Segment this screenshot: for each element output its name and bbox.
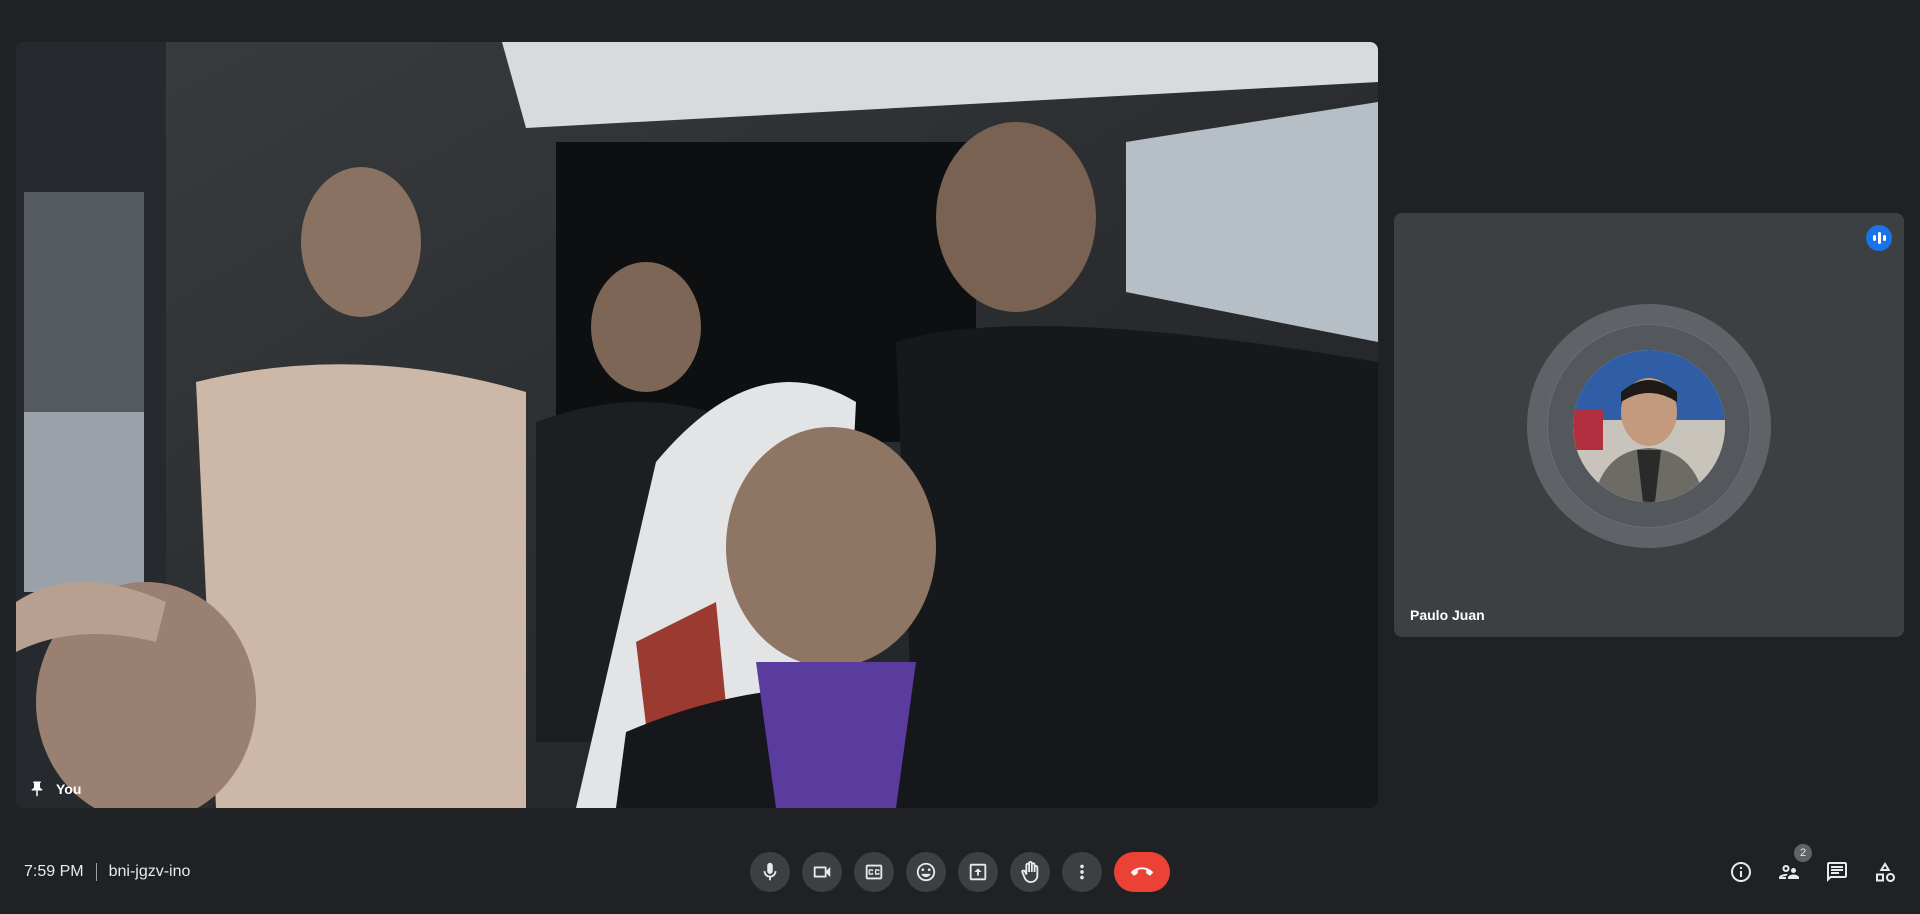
participant-name: Paulo Juan (1410, 607, 1485, 623)
group-video-feed (16, 42, 1378, 808)
self-name-label: You (56, 781, 82, 797)
chat-icon (1827, 862, 1847, 882)
people-icon (1779, 865, 1799, 879)
participant-tile[interactable]: Paulo Juan (1394, 213, 1904, 637)
camera-button[interactable] (802, 852, 842, 892)
microphone-button[interactable] (750, 852, 790, 892)
leave-call-button[interactable] (1114, 852, 1170, 892)
speaking-indicator-icon (1866, 225, 1892, 251)
more-options-button[interactable] (1062, 852, 1102, 892)
divider (95, 863, 97, 881)
call-end-icon (1131, 867, 1153, 876)
people-count-badge: 2 (1794, 844, 1812, 862)
captions-icon (865, 864, 883, 880)
emoji-icon (916, 862, 936, 882)
info-icon (1731, 862, 1751, 882)
call-controls (750, 852, 1170, 892)
people-button[interactable]: 2 (1772, 844, 1812, 892)
meeting-details-button[interactable] (1724, 852, 1758, 892)
self-video-tile[interactable]: You (16, 42, 1378, 808)
avatar-ring-inner (1547, 324, 1751, 528)
pin-icon[interactable] (28, 780, 46, 798)
more-vert-icon (1080, 864, 1084, 880)
activities-icon (1876, 862, 1895, 882)
meeting-code[interactable]: bni-jgzv-ino (109, 863, 191, 881)
present-screen-icon (969, 863, 987, 881)
reactions-button[interactable] (906, 852, 946, 892)
chat-button[interactable] (1820, 852, 1854, 892)
meeting-time: 7:59 PM (24, 863, 84, 880)
camera-icon (813, 866, 831, 878)
meet-window: You Paulo Juan 7:59 PM bni-jgzv-ino 2 (0, 0, 1920, 914)
raise-hand-button[interactable] (1010, 852, 1050, 892)
side-panel-buttons: 2 (1724, 844, 1902, 892)
captions-button[interactable] (854, 852, 894, 892)
avatar (1573, 350, 1725, 502)
hand-icon (1021, 861, 1039, 883)
bottom-bar: 7:59 PM bni-jgzv-ino 2 (0, 836, 1920, 908)
mic-icon (763, 862, 777, 881)
activities-button[interactable] (1868, 852, 1902, 892)
present-button[interactable] (958, 852, 998, 892)
meeting-details: 7:59 PM bni-jgzv-ino (24, 836, 190, 908)
self-label: You (28, 780, 81, 798)
avatar-ring (1527, 304, 1771, 548)
